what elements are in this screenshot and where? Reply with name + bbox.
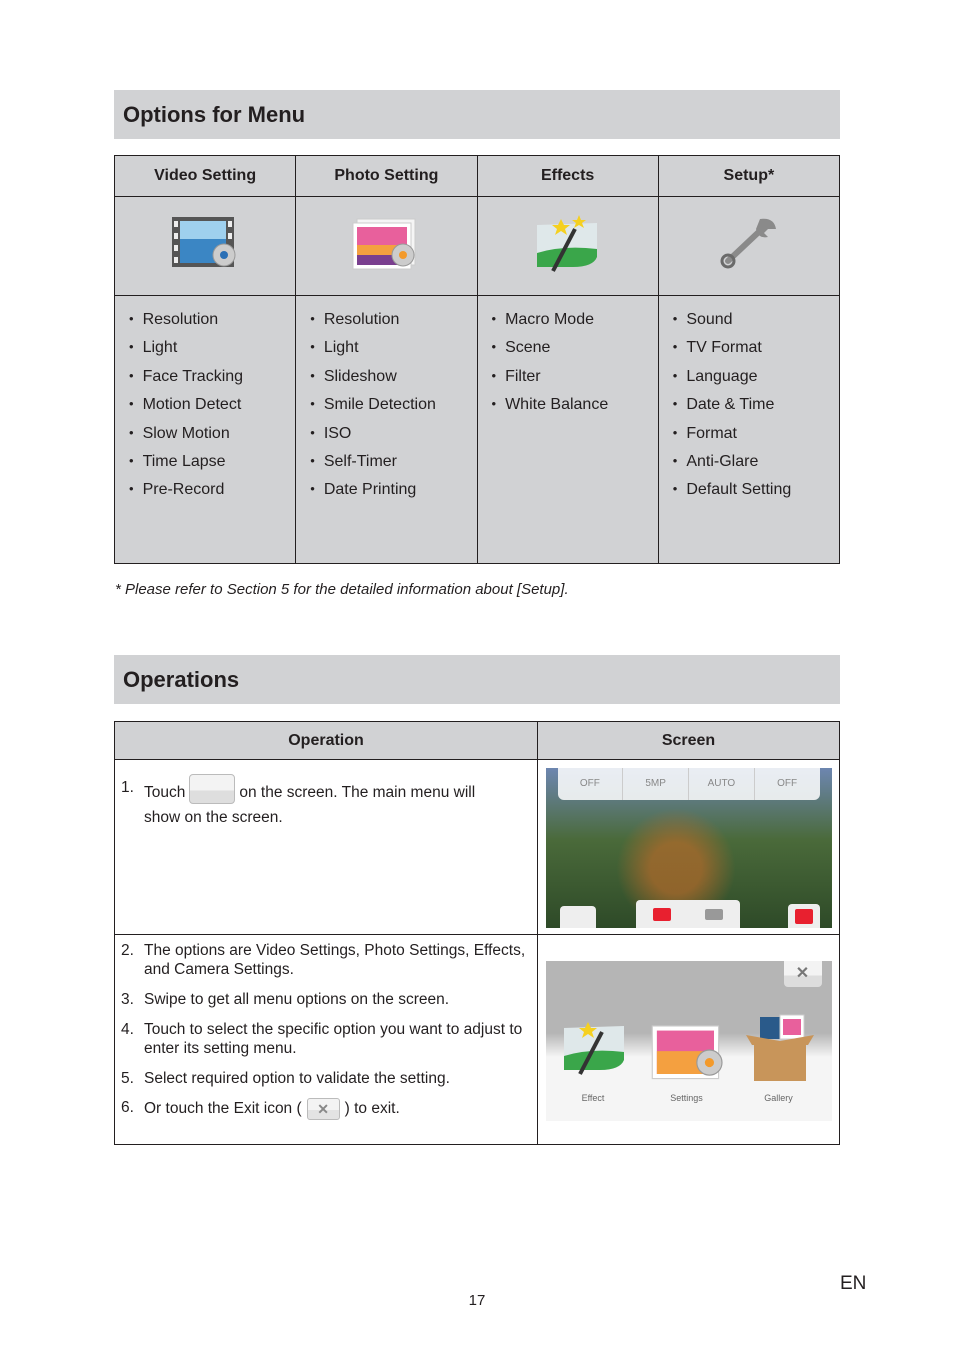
gallery-menu-item[interactable] (742, 1011, 818, 1083)
effects-icon (536, 214, 597, 272)
photo-settings-icon (352, 218, 416, 269)
menu-button[interactable] (787, 904, 820, 928)
mode-switch[interactable] (635, 900, 740, 928)
list-item: Light (129, 334, 295, 362)
video-settings-list: Resolution Light Face Tracking Motion De… (115, 306, 295, 505)
list-item: TV Format (673, 334, 839, 362)
col-header-effects: Effects (476, 155, 659, 197)
step-4: 4. Touch to select the specific option yo… (121, 1021, 523, 1057)
col-header-photo: Photo Setting (295, 155, 478, 197)
col-header-video: Video Setting (113, 155, 297, 197)
effects-icon (563, 1022, 624, 1075)
list-item: Scene (492, 334, 658, 362)
list-item: Filter (492, 363, 658, 391)
main-menu-screen: ✕ Effect Settings Gallery (545, 961, 832, 1121)
setup-list: Sound TV Format Language Date & Time For… (659, 306, 839, 505)
page-number: 17 (468, 1292, 486, 1309)
close-button[interactable]: ✕ (783, 961, 822, 987)
list-item: Language (673, 363, 839, 391)
list-item: Date & Time (673, 391, 839, 419)
light-setting[interactable]: OFF (558, 768, 624, 800)
step-6: 6. Or touch the Exit icon (✕) to exit. (115, 1098, 537, 1120)
operations-header: Operations (114, 655, 840, 704)
options-menu-header: Options for Menu (114, 90, 840, 139)
footnote: * Please refer to Section 5 for the deta… (115, 581, 569, 598)
wrench-icon (720, 218, 776, 268)
playback-button[interactable] (559, 906, 596, 928)
list-item: Smile Detection (310, 391, 476, 419)
resolution-setting[interactable]: 5MP (623, 768, 689, 800)
list-item: Date Printing (310, 476, 476, 504)
camera-preview-screen: OFF 5MP AUTO OFF (545, 768, 832, 928)
list-item: ISO (310, 420, 476, 448)
list-item: Default Setting (673, 476, 839, 504)
list-item: Self-Timer (310, 448, 476, 476)
top-settings-bar: OFF 5MP AUTO OFF (557, 768, 820, 800)
list-item: Resolution (310, 306, 476, 334)
photo-settings-icon (651, 1025, 723, 1080)
gallery-box-icon (745, 1014, 814, 1081)
step-1: 1. Touch on the screen. The main menu wil… (115, 774, 537, 827)
effects-list: Macro Mode Scene Filter White Balance (478, 306, 658, 420)
iso-setting[interactable]: AUTO (689, 768, 755, 800)
list-item: Slow Motion (129, 420, 295, 448)
list-item: Anti-Glare (673, 448, 839, 476)
list-item: Light (310, 334, 476, 362)
menu-list-icon (794, 908, 813, 924)
step-5: 5. Select required option to validate the… (121, 1070, 450, 1087)
list-item: Resolution (129, 306, 295, 334)
label-effect: Effect (581, 1093, 605, 1103)
menu-options-table: Video Setting Photo Setting Effects Setu… (113, 155, 841, 564)
list-item: Time Lapse (129, 448, 295, 476)
col-header-screen: Screen (537, 721, 840, 760)
timer-setting[interactable]: OFF (755, 768, 820, 800)
section-title: Operations (123, 667, 240, 692)
camera-icon[interactable] (652, 907, 671, 921)
step-3: 3. Swipe to get all menu options on the s… (121, 991, 450, 1008)
video-settings-icon (172, 216, 236, 267)
language-label: EN (840, 1273, 867, 1294)
effect-menu-item[interactable] (560, 1011, 630, 1083)
list-item: Slideshow (310, 363, 476, 391)
photo-settings-list: Resolution Light Slideshow Smile Detecti… (296, 306, 476, 505)
step-2: 2. The options are Video Settings, Photo … (121, 942, 526, 978)
list-item: Face Tracking (129, 363, 295, 391)
list-item: Format (673, 420, 839, 448)
operations-table: Operation Screen 1. Touch on the screen. … (114, 721, 840, 1145)
label-gallery: Gallery (764, 1093, 793, 1103)
settings-menu-item[interactable] (650, 1016, 730, 1084)
video-camera-icon[interactable] (704, 908, 723, 920)
list-item: White Balance (492, 391, 658, 419)
label-settings: Settings (670, 1093, 703, 1103)
col-header-setup: Setup* (657, 155, 841, 197)
list-item: Macro Mode (492, 306, 658, 334)
list-item: Motion Detect (129, 391, 295, 419)
col-header-operation: Operation (114, 721, 538, 760)
list-item: Pre-Record (129, 476, 295, 504)
menu-button-icon (189, 774, 236, 804)
section-title: Options for Menu (123, 102, 306, 127)
menu-labels: Effect Settings Gallery (546, 1093, 832, 1103)
list-item: Sound (673, 306, 839, 334)
exit-icon: ✕ (306, 1098, 340, 1120)
